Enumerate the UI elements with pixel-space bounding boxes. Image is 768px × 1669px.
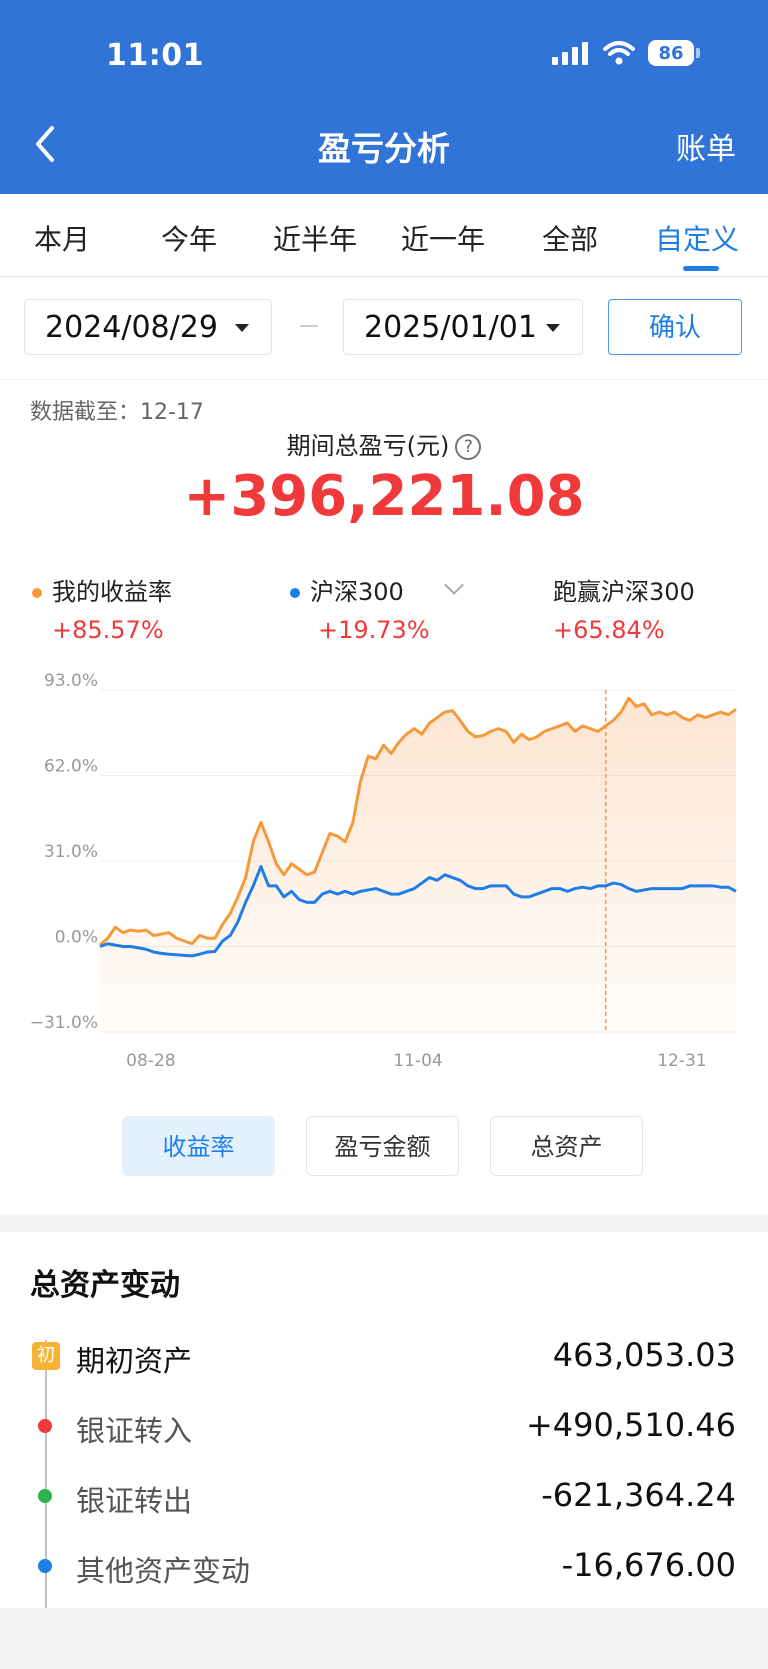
initial-badge: 初	[32, 1342, 60, 1370]
asset-change-title: 总资产变动	[30, 1268, 180, 1303]
asset-row-label: 期初资产	[76, 1344, 193, 1378]
pl-amount-button[interactable]: 盈亏金额	[306, 1116, 459, 1176]
asset-change-card: 总资产变动 初 期初资产 463,053.03 银证转入 +490,510.46…	[0, 1232, 768, 1608]
tab-this-month[interactable]: 本月	[34, 218, 90, 258]
y-tick-label: 31.0%	[44, 842, 98, 862]
date-range-bar: 2024/08/29 2025/01/01 确认	[0, 277, 768, 380]
asset-row-value: -16,676.00	[561, 1546, 736, 1584]
status-time: 11:01	[106, 38, 204, 73]
start-date-value: 2024/08/29	[45, 310, 218, 345]
page-title: 盈亏分析	[318, 129, 450, 168]
summary-card: 数据截至：12-17 期间总盈亏(元)? +396,221.08 我的收益率 +…	[0, 380, 768, 1215]
end-date-value: 2025/01/01	[364, 310, 537, 345]
active-tab-indicator	[683, 266, 719, 271]
app-header: 11:01 86 盈亏分析 账单	[0, 0, 768, 194]
range-separator	[300, 325, 318, 327]
asset-row-value: +490,510.46	[525, 1406, 736, 1444]
end-date-select[interactable]: 2025/01/01	[343, 299, 583, 355]
tab-this-year[interactable]: 今年	[161, 218, 217, 258]
battery-level: 86	[648, 40, 694, 66]
my-return-area	[100, 698, 736, 1032]
asset-row-initial: 初 期初资产 463,053.03	[0, 1332, 768, 1380]
x-tick-label: 11-04	[393, 1051, 442, 1071]
y-tick-label: −31.0%	[30, 1013, 98, 1033]
tab-custom[interactable]: 自定义	[655, 218, 739, 258]
y-tick-label: 0.0%	[55, 928, 98, 948]
tab-half-year[interactable]: 近半年	[273, 218, 357, 258]
bill-link[interactable]: 账单	[676, 124, 736, 168]
red-dot-icon	[38, 1419, 52, 1433]
asset-row-transfer-out: 银证转出 -621,364.24	[0, 1472, 768, 1520]
asset-row-label: 银证转入	[76, 1414, 193, 1448]
return-rate-button[interactable]: 收益率	[122, 1116, 275, 1176]
green-dot-icon	[38, 1489, 52, 1503]
x-tick-label: 08-28	[126, 1051, 175, 1071]
x-tick-label: 12-31	[657, 1051, 706, 1071]
asset-row-other: 其他资产变动 -16,676.00	[0, 1542, 768, 1590]
asset-row-label: 银证转出	[76, 1484, 193, 1518]
blue-dot-icon	[38, 1559, 52, 1573]
confirm-button[interactable]: 确认	[608, 299, 742, 355]
total-assets-button[interactable]: 总资产	[490, 1116, 643, 1176]
battery-indicator: 86	[648, 40, 700, 66]
signal-icon	[552, 42, 588, 65]
return-chart[interactable]: 93.0% 62.0% 31.0% 0.0% −31.0% 08-28 11-04 12-31	[0, 380, 768, 1080]
status-icons: 86	[550, 40, 700, 66]
start-date-select[interactable]: 2024/08/29	[24, 299, 272, 355]
caret-down-icon	[546, 324, 560, 332]
caret-down-icon	[235, 324, 249, 332]
period-tabs: 本月 今年 近半年 近一年 全部 自定义	[0, 194, 768, 277]
y-tick-label: 93.0%	[44, 671, 98, 691]
wifi-icon	[603, 41, 635, 65]
tab-all[interactable]: 全部	[542, 218, 598, 258]
asset-row-label: 其他资产变动	[76, 1554, 251, 1588]
asset-row-value: 463,053.03	[552, 1336, 736, 1374]
asset-row-value: -621,364.24	[541, 1476, 736, 1514]
tab-one-year[interactable]: 近一年	[401, 218, 485, 258]
y-tick-label: 62.0%	[44, 757, 98, 777]
asset-row-transfer-in: 银证转入 +490,510.46	[0, 1402, 768, 1450]
